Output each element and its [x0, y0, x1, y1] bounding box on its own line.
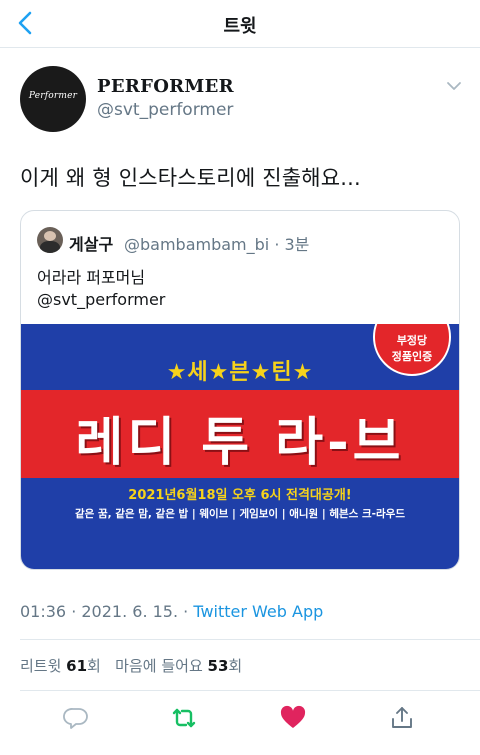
- author-handle[interactable]: @svt_performer: [97, 100, 233, 120]
- divider: [20, 690, 480, 691]
- tweet-timestamp: 01:36 · 2021. 6. 15. · Twitter Web App: [20, 602, 323, 621]
- quoted-author-name: 게살구: [69, 235, 114, 254]
- quoted-author-handle: @bambambam_bi · 3분: [124, 235, 310, 254]
- poster-title: 레디 투 라-브: [75, 413, 405, 473]
- author-display-name[interactable]: PERFORMER: [97, 76, 234, 97]
- tweet-source-link[interactable]: Twitter Web App: [193, 602, 323, 621]
- poster-title-band: 레디 투 라-브: [21, 390, 459, 478]
- divider: [20, 639, 480, 640]
- tweet-stats: 리트윗 61회 마음에 들어요 53회: [20, 655, 242, 676]
- quoted-text-line: 어라라 퍼포머님: [37, 268, 146, 287]
- page-title: 트윗: [223, 16, 257, 37]
- author-avatar[interactable]: Performer: [20, 66, 86, 132]
- stamp-text-bottom: 정품인증: [391, 350, 433, 363]
- poster-tracklist: 같은 꿈, 같은 맘, 같은 밥 | 웨이브 | 게임보이 | 애니원 | 헤븐…: [74, 508, 405, 520]
- quoted-image[interactable]: ★세★븐★틴★ 레디 투 라-브 2021년6월18일 오후 6시 전격대공개!…: [21, 324, 459, 569]
- tweet-time-date: 01:36 · 2021. 6. 15. ·: [20, 602, 194, 621]
- retweets-stat[interactable]: 리트윗 61회: [20, 657, 101, 675]
- tweet-text: 이게 왜 형 인스타스토리에 진출해요...: [20, 166, 361, 190]
- top-nav-bar: 트윗: [0, 0, 480, 48]
- like-count: 53: [207, 657, 229, 675]
- share-icon[interactable]: [388, 704, 416, 732]
- retweet-count: 61: [66, 657, 88, 675]
- quoted-author-avatar: [37, 227, 63, 253]
- reply-icon[interactable]: [62, 704, 90, 732]
- heart-icon[interactable]: [279, 704, 307, 732]
- quoted-mention: @svt_performer: [37, 290, 166, 309]
- quoted-tweet-card[interactable]: 게살구 @bambambam_bi · 3분 어라라 퍼포머님 @svt_per…: [20, 210, 460, 570]
- chevron-down-icon[interactable]: [446, 80, 462, 92]
- stamp-text-top: 부정당: [396, 334, 428, 347]
- retweet-icon[interactable]: [170, 704, 198, 732]
- likes-stat[interactable]: 마음에 들어요 53회: [115, 657, 242, 675]
- avatar-logo-text: Performer: [28, 91, 78, 101]
- poster-date: 2021년6월18일 오후 6시 전격대공개!: [128, 488, 352, 503]
